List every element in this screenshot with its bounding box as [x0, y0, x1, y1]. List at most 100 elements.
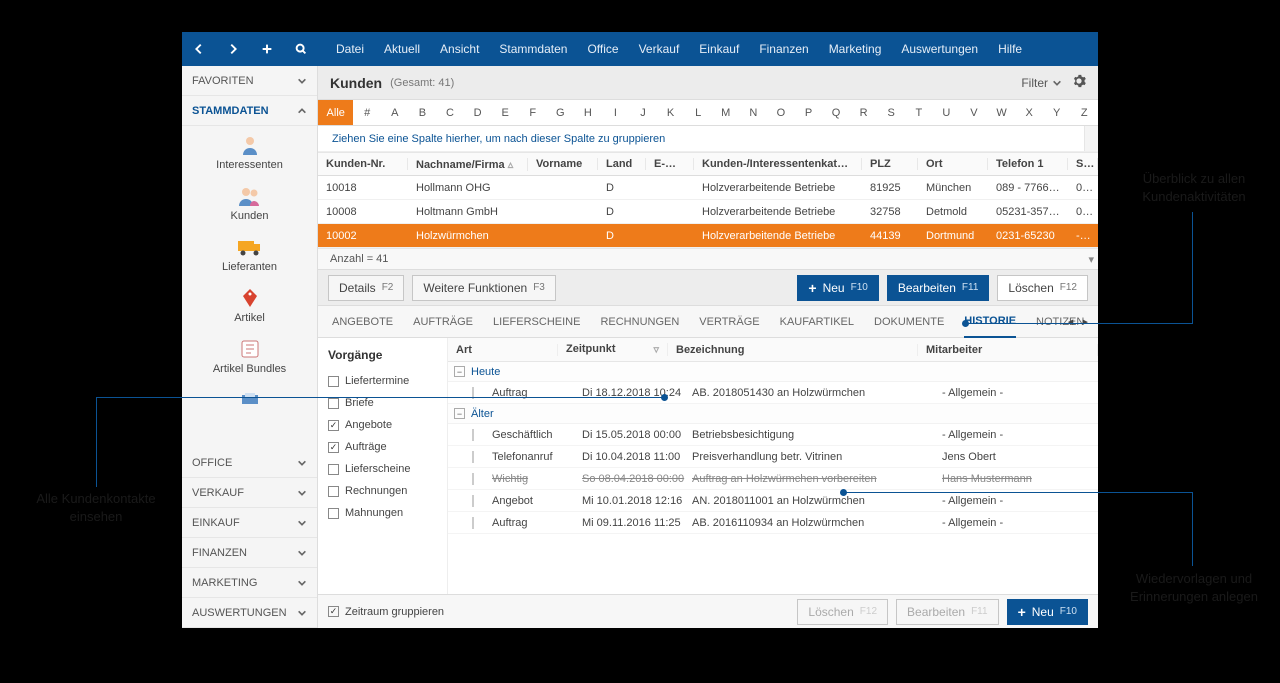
alpha-L[interactable]: L: [684, 100, 712, 125]
tab-lieferscheine[interactable]: LIEFERSCHEINE: [493, 316, 580, 328]
history-row[interactable]: AuftragDi 18.12.2018 10:24AB. 2018051430…: [448, 382, 1098, 404]
tab-verträge[interactable]: VERTRÄGE: [699, 316, 759, 328]
alpha-V[interactable]: V: [960, 100, 988, 125]
alpha-J[interactable]: J: [629, 100, 657, 125]
sidebar-section-verkauf[interactable]: VERKAUF: [182, 478, 317, 508]
history-row[interactable]: GeschäftlichDi 15.05.2018 00:00Betriebsb…: [448, 424, 1098, 446]
alpha-M[interactable]: M: [712, 100, 740, 125]
filter-rechnungen[interactable]: Rechnungen: [328, 480, 437, 502]
menu-verkauf[interactable]: Verkauf: [629, 32, 690, 66]
alpha-O[interactable]: O: [767, 100, 795, 125]
col-header[interactable]: Saldo: [1068, 158, 1098, 170]
sidebar-item-artikel bundles[interactable]: Artikel Bundles: [182, 330, 317, 381]
alpha-#[interactable]: #: [353, 100, 381, 125]
menu-finanzen[interactable]: Finanzen: [749, 32, 818, 66]
history-col-header[interactable]: Mitarbeiter: [918, 344, 1098, 356]
sidebar-item-kunden[interactable]: Kunden: [182, 177, 317, 228]
table-row[interactable]: 10008Holtmann GmbHDHolzverarbeitende Bet…: [318, 200, 1098, 224]
alpha-N[interactable]: N: [740, 100, 768, 125]
filter-angebote[interactable]: ✓Angebote: [328, 414, 437, 436]
table-row[interactable]: 10002HolzwürmchenDHolzverarbeitende Betr…: [318, 224, 1098, 248]
table-row[interactable]: 10018Hollmann OHGDHolzverarbeitende Betr…: [318, 176, 1098, 200]
alpha-K[interactable]: K: [657, 100, 685, 125]
sidebar-section-favoriten[interactable]: FAVORITEN: [182, 66, 317, 96]
history-row[interactable]: AuftragMi 09.11.2016 11:25AB. 2016110934…: [448, 512, 1098, 534]
tab-kaufartikel[interactable]: KAUFARTIKEL: [780, 316, 854, 328]
alpha-D[interactable]: D: [464, 100, 492, 125]
edit-customer-button[interactable]: BearbeitenF11: [887, 275, 990, 301]
alpha-I[interactable]: I: [602, 100, 630, 125]
filter-lieferscheine[interactable]: Lieferscheine: [328, 458, 437, 480]
menu-ansicht[interactable]: Ansicht: [430, 32, 489, 66]
history-col-header[interactable]: Zeitpunkt ▿: [558, 343, 668, 356]
alpha-Y[interactable]: Y: [1043, 100, 1071, 125]
history-col-header[interactable]: Art: [448, 344, 558, 356]
search-button[interactable]: [284, 32, 318, 66]
alpha-W[interactable]: W: [988, 100, 1016, 125]
history-row[interactable]: TelefonanrufDi 10.04.2018 11:00Preisverh…: [448, 446, 1098, 468]
alpha-Alle[interactable]: Alle: [318, 100, 353, 125]
alpha-A[interactable]: A: [381, 100, 409, 125]
menu-auswertungen[interactable]: Auswertungen: [891, 32, 988, 66]
alpha-G[interactable]: G: [547, 100, 575, 125]
history-group[interactable]: −Heute: [448, 362, 1098, 382]
menu-hilfe[interactable]: Hilfe: [988, 32, 1032, 66]
more-functions-button[interactable]: Weitere FunktionenF3: [412, 275, 556, 301]
menu-stammdaten[interactable]: Stammdaten: [489, 32, 577, 66]
filter-liefertermine[interactable]: Liefertermine: [328, 370, 437, 392]
history-group[interactable]: −Älter: [448, 404, 1098, 424]
sidebar-item-interessenten[interactable]: Interessenten: [182, 126, 317, 177]
alpha-B[interactable]: B: [409, 100, 437, 125]
filter-mahnungen[interactable]: Mahnungen: [328, 502, 437, 524]
details-button[interactable]: DetailsF2: [328, 275, 404, 301]
alpha-Z[interactable]: Z: [1070, 100, 1098, 125]
filter-aufträge[interactable]: ✓Aufträge: [328, 436, 437, 458]
col-header[interactable]: Ort: [918, 158, 988, 170]
scroll-down-icon[interactable]: ▾: [1088, 253, 1094, 266]
alpha-S[interactable]: S: [877, 100, 905, 125]
tab-rechnungen[interactable]: RECHNUNGEN: [600, 316, 679, 328]
sidebar-item-more[interactable]: [182, 381, 317, 417]
history-row[interactable]: AngebotMi 10.01.2018 12:16AN. 2018011001…: [448, 490, 1098, 512]
alpha-Q[interactable]: Q: [822, 100, 850, 125]
sidebar-section-stammdaten[interactable]: STAMMDATEN: [182, 96, 317, 126]
filter-briefe[interactable]: Briefe: [328, 392, 437, 414]
new-customer-button[interactable]: +NeuF10: [797, 275, 878, 301]
alpha-T[interactable]: T: [905, 100, 933, 125]
col-header[interactable]: Telefon 1: [988, 158, 1068, 170]
col-header[interactable]: Vorname: [528, 158, 598, 170]
alpha-R[interactable]: R: [850, 100, 878, 125]
col-header[interactable]: Kunden-/Interessentenkategorie: [694, 158, 862, 170]
filter-dropdown[interactable]: Filter: [1021, 76, 1062, 90]
alpha-P[interactable]: P: [795, 100, 823, 125]
sidebar-section-office[interactable]: OFFICE: [182, 448, 317, 478]
tab-dokumente[interactable]: DOKUMENTE: [874, 316, 944, 328]
alpha-E[interactable]: E: [491, 100, 519, 125]
col-header[interactable]: E-Mail: [646, 158, 694, 170]
history-row[interactable]: WichtigSo 08.04.2018 00:00Auftrag an Hol…: [448, 468, 1098, 490]
alpha-F[interactable]: F: [519, 100, 547, 125]
col-header[interactable]: Land: [598, 158, 646, 170]
tab-scroll-arrows[interactable]: ◂ ▸: [1068, 315, 1088, 328]
menu-datei[interactable]: Datei: [326, 32, 374, 66]
history-col-header[interactable]: Bezeichnung: [668, 344, 918, 356]
nav-back-button[interactable]: [182, 32, 216, 66]
delete-customer-button[interactable]: LöschenF12: [997, 275, 1088, 301]
sidebar-section-auswertungen[interactable]: AUSWERTUNGEN: [182, 598, 317, 628]
history-delete-button[interactable]: LöschenF12: [797, 599, 888, 625]
menu-einkauf[interactable]: Einkauf: [689, 32, 749, 66]
alpha-U[interactable]: U: [933, 100, 961, 125]
settings-button[interactable]: [1072, 74, 1086, 91]
alpha-C[interactable]: C: [436, 100, 464, 125]
col-header[interactable]: Nachname/Firma ▵: [408, 158, 528, 171]
history-edit-button[interactable]: BearbeitenF11: [896, 599, 999, 625]
col-header[interactable]: PLZ: [862, 158, 918, 170]
new-button[interactable]: [250, 32, 284, 66]
sidebar-section-marketing[interactable]: MARKETING: [182, 568, 317, 598]
sidebar-section-einkauf[interactable]: EINKAUF: [182, 508, 317, 538]
menu-marketing[interactable]: Marketing: [819, 32, 892, 66]
sidebar-section-finanzen[interactable]: FINANZEN: [182, 538, 317, 568]
col-header[interactable]: Kunden-Nr.: [318, 158, 408, 170]
menu-office[interactable]: Office: [577, 32, 628, 66]
sidebar-item-lieferanten[interactable]: Lieferanten: [182, 228, 317, 279]
